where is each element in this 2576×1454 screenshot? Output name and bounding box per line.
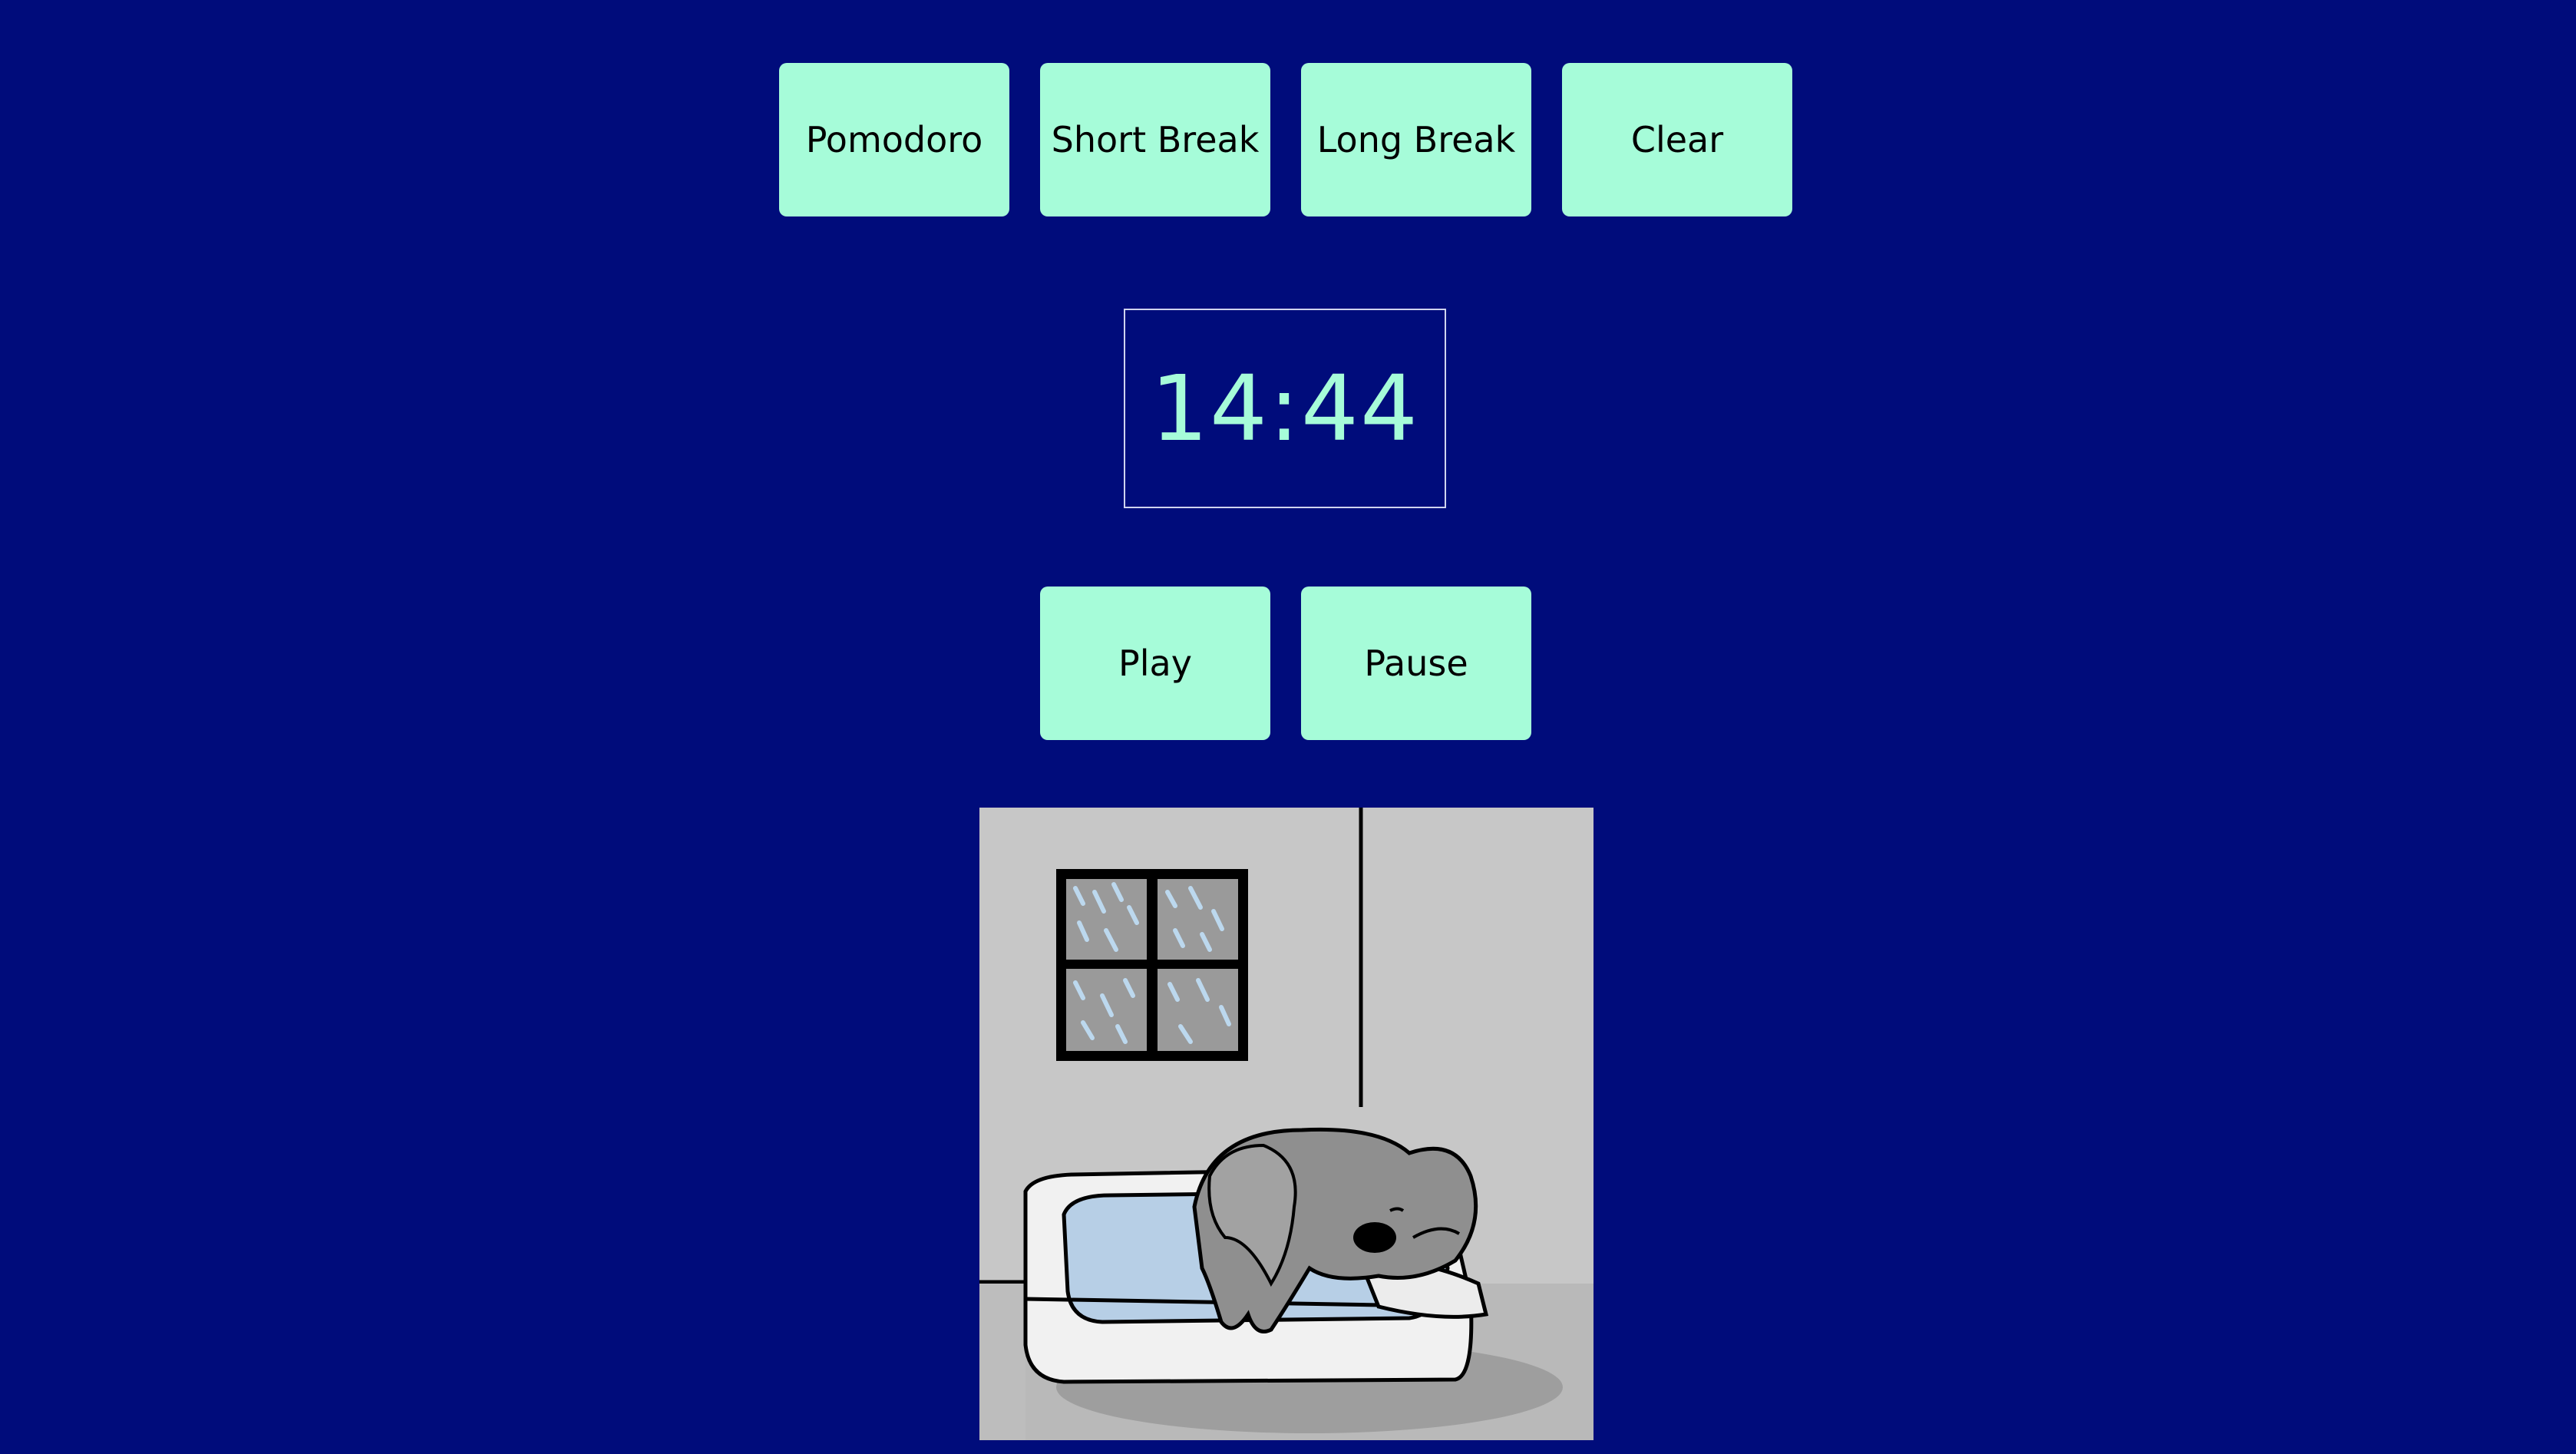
window-icon xyxy=(1056,869,1248,1061)
mode-selector: Pomodoro Short Break Long Break Clear xyxy=(779,63,1792,216)
pause-button[interactable]: Pause xyxy=(1301,587,1531,740)
pomodoro-button[interactable]: Pomodoro xyxy=(779,63,1009,216)
play-button[interactable]: Play xyxy=(1040,587,1270,740)
short-break-button[interactable]: Short Break xyxy=(1040,63,1270,216)
sleeping-koala-illustration xyxy=(979,808,1593,1440)
long-break-button[interactable]: Long Break xyxy=(1301,63,1531,216)
timer-display: 14:44 xyxy=(1124,309,1446,508)
clear-button[interactable]: Clear xyxy=(1562,63,1792,216)
timer-controls: Play Pause xyxy=(1040,587,1531,740)
